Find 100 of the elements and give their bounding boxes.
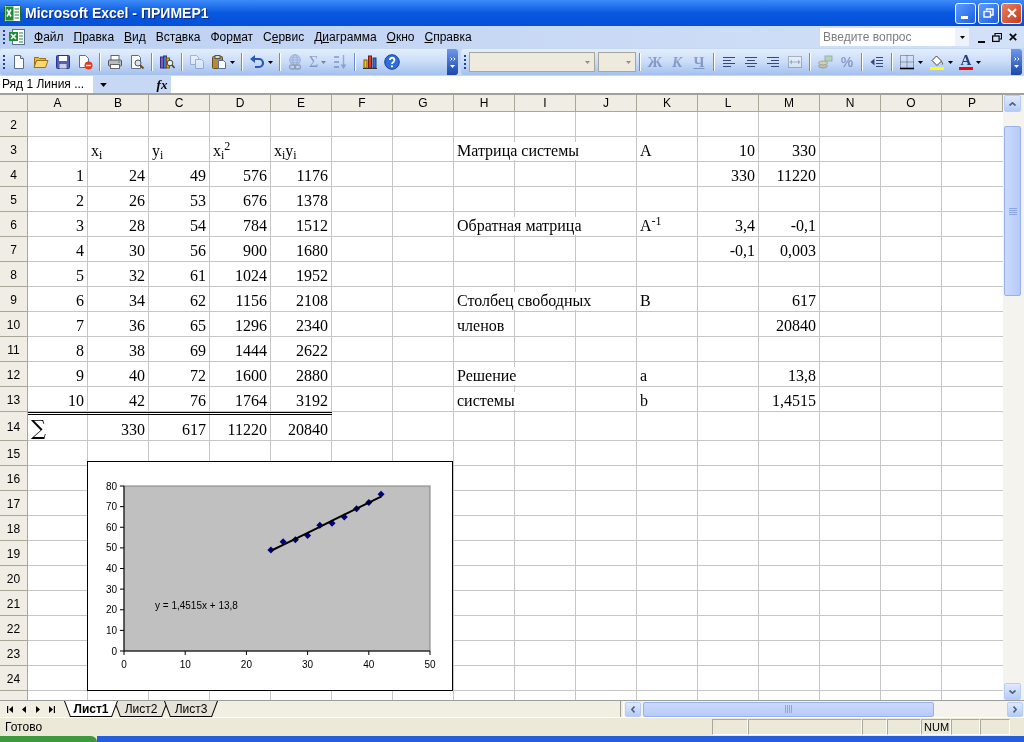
row-label: Матрица системы: [457, 142, 580, 160]
menu-item[interactable]: Правка: [68, 27, 120, 47]
data-point[interactable]: [353, 505, 361, 513]
chevron-right-icon: [1013, 705, 1017, 713]
scroll-right-button[interactable]: [1007, 701, 1023, 717]
bar-chart-icon: [362, 54, 379, 70]
horizontal-scrollbar[interactable]: [624, 701, 1024, 717]
data-point[interactable]: [291, 536, 299, 544]
column-header[interactable]: N: [820, 95, 881, 112]
menu-item[interactable]: Формат: [205, 27, 259, 47]
row-header[interactable]: 9: [0, 287, 28, 312]
number-cell: 7: [76, 317, 84, 335]
row-header[interactable]: 7: [0, 237, 28, 262]
row-header[interactable]: 14: [0, 412, 28, 441]
row-header[interactable]: 23: [0, 641, 28, 666]
scroll-up-button[interactable]: [1004, 95, 1021, 112]
row-header[interactable]: 13: [0, 387, 28, 412]
column-header[interactable]: I: [515, 95, 576, 112]
restore-button[interactable]: [978, 2, 999, 24]
scrollbar-thumb[interactable]: [643, 701, 934, 717]
row-header[interactable]: 4: [0, 162, 28, 187]
vertical-scrollbar[interactable]: [1003, 95, 1024, 700]
sheet-tab[interactable]: Лист3: [164, 701, 218, 717]
scrollbar-thumb[interactable]: [1004, 126, 1021, 296]
row-header[interactable]: 15: [0, 441, 28, 466]
status-panel: [951, 719, 980, 735]
axis-tick-label: 50: [105, 542, 117, 554]
row-header[interactable]: 19: [0, 541, 28, 566]
row-header[interactable]: 6: [0, 212, 28, 237]
row-header[interactable]: 22: [0, 616, 28, 641]
column-header[interactable]: H: [454, 95, 515, 112]
data-point[interactable]: [365, 499, 373, 506]
data-point[interactable]: [328, 519, 336, 527]
axis-tick-label: 10: [105, 624, 117, 636]
row-header[interactable]: 3: [0, 137, 28, 162]
menu-item[interactable]: Вид: [119, 27, 151, 47]
row-header[interactable]: 18: [0, 516, 28, 541]
data-point[interactable]: [377, 490, 385, 498]
data-point[interactable]: [304, 532, 312, 539]
row-header[interactable]: 20: [0, 566, 28, 591]
number-cell: 330: [792, 142, 816, 160]
row-header[interactable]: 8: [0, 262, 28, 287]
menu-item[interactable]: Окно: [381, 27, 420, 47]
align-center-icon: [743, 54, 759, 70]
column-header[interactable]: O: [881, 95, 942, 112]
data-point[interactable]: [316, 521, 324, 529]
row-header[interactable]: 17: [0, 491, 28, 516]
row-header[interactable]: 24: [0, 666, 28, 691]
scroll-left-button[interactable]: [625, 701, 641, 717]
row-header[interactable]: 5: [0, 187, 28, 212]
formula-input[interactable]: [171, 76, 1024, 93]
row-header[interactable]: 16: [0, 466, 28, 491]
menu-item[interactable]: Диаграмма: [309, 27, 382, 47]
column-header[interactable]: A: [28, 95, 88, 112]
name-box[interactable]: Ряд 1 Линия ...: [0, 76, 93, 93]
menu-item[interactable]: Вставка: [150, 27, 206, 47]
column-header[interactable]: G: [393, 95, 454, 112]
workbook-icon[interactable]: [8, 28, 26, 46]
number-cell: 3,4: [735, 217, 755, 235]
row-header[interactable]: 10: [0, 312, 28, 337]
row-header[interactable]: 2: [0, 112, 28, 137]
question-field[interactable]: Введите вопрос: [820, 28, 969, 46]
trendline[interactable]: [269, 495, 383, 552]
number-cell: 2108: [296, 292, 328, 310]
menu-item[interactable]: Файл: [29, 27, 69, 47]
close-button[interactable]: [1001, 2, 1022, 24]
toolbar-options-button[interactable]: [1011, 49, 1022, 75]
column-header[interactable]: J: [576, 95, 637, 112]
column-header[interactable]: D: [210, 95, 271, 112]
column-header[interactable]: F: [332, 95, 393, 112]
scroll-down-button[interactable]: [1004, 683, 1021, 700]
data-point[interactable]: [279, 538, 287, 546]
menu-item[interactable]: Сервис: [258, 27, 310, 47]
sort-arrow-icon: [332, 54, 349, 70]
start-button[interactable]: [0, 736, 97, 742]
column-header[interactable]: C: [149, 95, 210, 112]
font-color-button[interactable]: A: [956, 51, 984, 73]
column-header[interactable]: M: [759, 95, 820, 112]
row-header[interactable]: 11: [0, 337, 28, 362]
column-header[interactable]: K: [637, 95, 698, 112]
column-header[interactable]: L: [698, 95, 759, 112]
sheet-tab[interactable]: Лист1: [64, 701, 118, 717]
row-header[interactable]: 21: [0, 591, 28, 616]
number-cell: 62: [190, 292, 206, 310]
minimize-button[interactable]: [955, 2, 976, 24]
scatter-chart[interactable]: 0 10 20 30 40 50 60 70 80 0 10 20 30 40 50 y = 1,4515x + 13,8: [87, 461, 453, 691]
insert-function-button[interactable]: fx: [153, 76, 171, 93]
sheet-tab[interactable]: Лист2: [114, 701, 168, 717]
restore-workbook-button[interactable]: [992, 31, 1002, 43]
menu-item[interactable]: Справка: [419, 27, 477, 47]
toolbar-options-button[interactable]: [447, 49, 458, 75]
column-header[interactable]: P: [942, 95, 1003, 112]
close-workbook-button[interactable]: [1008, 31, 1018, 43]
data-point[interactable]: [340, 513, 348, 521]
column-header[interactable]: B: [88, 95, 149, 112]
column-header[interactable]: E: [271, 95, 332, 112]
axis-tick-label: 20: [105, 604, 117, 616]
header-label: x$_{i}$y$_{i}$: [274, 142, 297, 160]
row-header[interactable]: 12: [0, 362, 28, 387]
data-point[interactable]: [267, 546, 275, 554]
